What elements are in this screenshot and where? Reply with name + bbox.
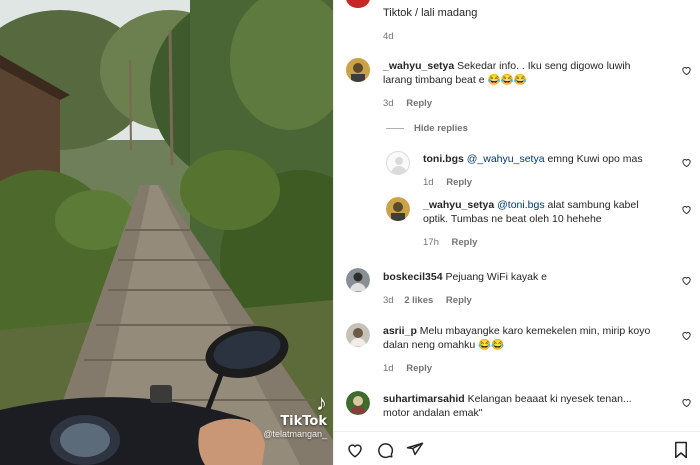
tiktok-watermark: ♪ TikTok @telatmangan_	[263, 390, 327, 440]
comment-timestamp: 1d	[383, 363, 394, 374]
comments-panel: Tiktok / lali madang 4d _wahyu_setya Sek…	[333, 0, 700, 465]
comment-body: suhartimarsahid Kelangan beaaat ki nyese…	[383, 392, 655, 420]
comment-username[interactable]: _wahyu_setya	[423, 199, 494, 211]
comment-timestamp: 1d	[423, 177, 434, 188]
comment-username[interactable]: asrii_p	[383, 325, 417, 337]
comment-mention[interactable]: @toni.bgs	[497, 199, 544, 211]
comment-username[interactable]: boskecil354	[383, 271, 443, 283]
comment-username[interactable]: _wahyu_setya	[383, 60, 454, 72]
comment-text: Melu mbayangke karo kemekelen min, mirip…	[383, 325, 651, 351]
comment-body: boskecil354 Pejuang WiFi kayak e	[383, 270, 655, 284]
reply-button[interactable]: Reply	[406, 363, 432, 374]
comment-meta: 1d Reply	[383, 363, 432, 374]
comment-meta: 1d Reply	[423, 177, 472, 188]
heart-icon[interactable]	[681, 275, 692, 286]
avatar[interactable]	[346, 268, 370, 292]
avatar[interactable]	[346, 58, 370, 82]
heart-icon[interactable]	[681, 204, 692, 215]
comment-meta: 3d 2 likes Reply	[383, 295, 472, 306]
heart-icon[interactable]	[681, 330, 692, 341]
comment-likes[interactable]: 2 likes	[404, 295, 433, 306]
reply-button[interactable]: Reply	[446, 295, 472, 306]
caption-text: Tiktok / lali madang	[383, 7, 478, 19]
hide-replies-label: Hide replies	[414, 123, 468, 134]
watermark-handle: @telatmangan_	[263, 429, 327, 439]
comment-timestamp: 17h	[423, 237, 439, 248]
comment-body: _wahyu_setya Sekedar info. . Iku seng di…	[383, 59, 655, 87]
comment-icon[interactable]	[376, 441, 394, 459]
comment-body: _wahyu_setya @toni.bgs alat sambung kabe…	[423, 198, 663, 226]
hide-replies-button[interactable]: Hide replies	[386, 123, 468, 134]
comment-text: emng Kuwi opo mas	[547, 153, 643, 165]
avatar[interactable]	[346, 391, 370, 415]
comment-username[interactable]: toni.bgs	[423, 153, 464, 165]
heart-icon[interactable]	[681, 65, 692, 76]
heart-icon[interactable]	[681, 397, 692, 408]
watermark-brand: TikTok	[280, 414, 327, 429]
comment-body: toni.bgs @_wahyu_setya emng Kuwi opo mas	[423, 152, 663, 166]
caption-timestamp: 4d	[383, 31, 394, 42]
comment-text: Pejuang WiFi kayak e	[445, 271, 548, 283]
tiktok-logo-icon: ♪	[316, 390, 327, 415]
comment-mention[interactable]: @_wahyu_setya	[467, 153, 545, 165]
post-action-bar	[334, 431, 700, 465]
reply-button[interactable]: Reply	[446, 177, 472, 188]
comment-timestamp: 3d	[383, 98, 394, 109]
post-media[interactable]: ♪ TikTok @telatmangan_	[0, 0, 333, 465]
comment-body: asrii_p Melu mbayangke karo kemekelen mi…	[383, 324, 655, 352]
avatar[interactable]	[346, 323, 370, 347]
comment-timestamp: 3d	[383, 295, 394, 306]
avatar[interactable]	[386, 197, 410, 221]
avatar[interactable]	[386, 151, 410, 175]
comment-meta: 3d Reply	[383, 98, 432, 109]
like-heart-icon[interactable]	[346, 441, 364, 459]
reply-button[interactable]: Reply	[452, 237, 478, 248]
comment-meta: 17h Reply	[423, 237, 477, 248]
avatar[interactable]	[346, 0, 370, 8]
heart-icon[interactable]	[681, 157, 692, 168]
comment-username[interactable]: suhartimarsahid	[383, 393, 465, 405]
bookmark-icon[interactable]	[672, 441, 690, 459]
reply-button[interactable]: Reply	[406, 98, 432, 109]
share-icon[interactable]	[406, 441, 424, 459]
divider-line	[386, 128, 404, 129]
